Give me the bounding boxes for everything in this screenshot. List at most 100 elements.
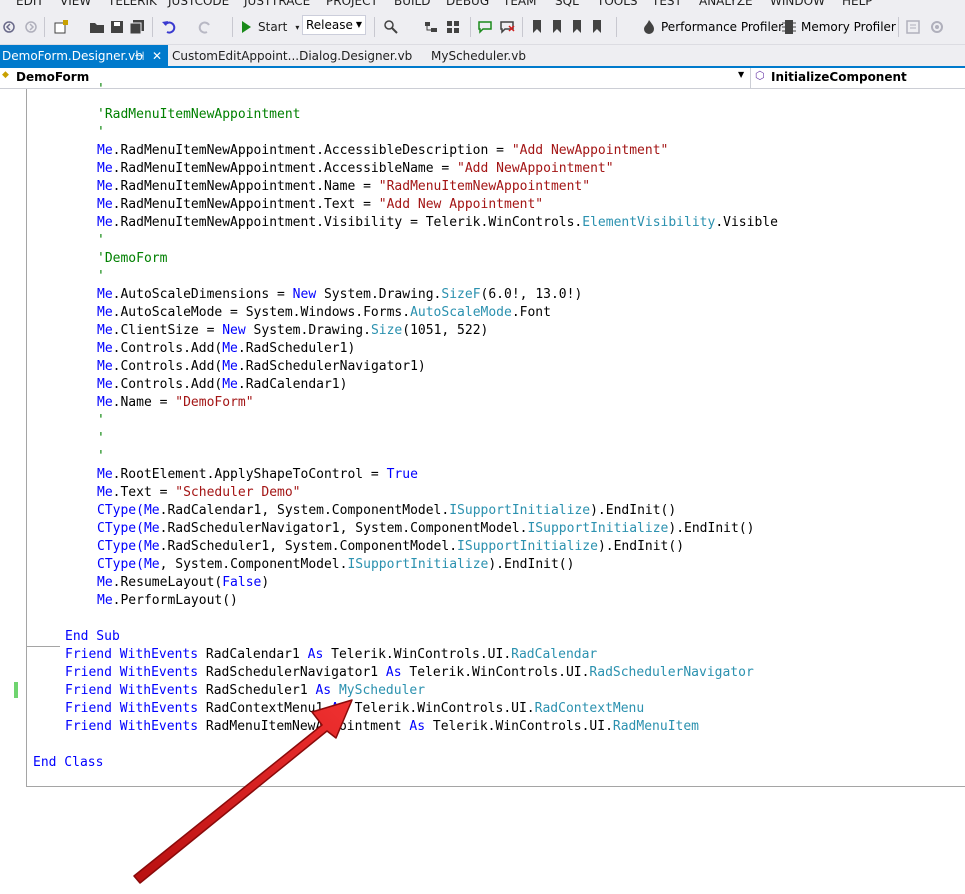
member-dropdown[interactable]: ⬡ InitializeComponent (752, 68, 965, 88)
profiler-options-icon[interactable] (928, 18, 946, 36)
code-line: ' (97, 125, 105, 140)
menu-telerik[interactable]: TELERIK (108, 0, 157, 8)
code-line: 'RadMenuItemNewAppointment (97, 107, 301, 122)
memory-profiler-button[interactable]: Memory Profiler (782, 18, 896, 36)
class-view-icon[interactable] (422, 18, 440, 36)
code-line: Me.ClientSize = New System.Drawing.Size(… (97, 323, 489, 338)
code-line: Me.RadMenuItemNewAppointment.Visibility … (97, 215, 778, 230)
undo-icon[interactable] (160, 18, 178, 36)
menu-analyze[interactable]: ANALYZE (699, 0, 753, 8)
menu-tools[interactable]: TOOLS (597, 0, 638, 8)
code-line: Me.RootElement.ApplyShapeToControl = Tru… (97, 467, 418, 482)
code-line: CType(Me.RadCalendar1, System.ComponentM… (97, 503, 677, 518)
code-line: Me.Controls.Add(Me.RadSchedulerNavigator… (97, 359, 426, 374)
class-dropdown[interactable]: ◆ DemoForm ▼ (0, 68, 751, 88)
prev-bookmark-icon[interactable] (548, 18, 566, 36)
start-button[interactable]: Start ▾ (240, 18, 299, 36)
method-icon: ⬡ (755, 69, 765, 82)
code-line: Friend WithEvents RadContextMenu1 As Tel… (65, 701, 645, 716)
menu-view[interactable]: VIEW (60, 0, 91, 8)
memory-chip-icon (782, 20, 796, 34)
code-line: Me.ResumeLayout(False) (97, 575, 270, 590)
myscheduler-type-reference: MyScheduler (338, 683, 426, 698)
clear-bookmarks-icon[interactable] (590, 18, 608, 36)
open-file-icon[interactable] (88, 18, 106, 36)
code-line: End Sub (65, 629, 120, 644)
outline-line (26, 646, 27, 786)
document-tab-bar: DemoForm.Designer.vb ⊣ ✕ CustomEditAppoi… (0, 45, 965, 67)
chevron-down-icon: ▾ (295, 22, 300, 32)
tab-label: CustomEditAppoint...Dialog.Designer.vb (172, 49, 413, 63)
code-line: CType(Me, System.ComponentModel.ISupport… (97, 557, 575, 572)
code-editor[interactable]: ' 'RadMenuItemNewAppointment ' Me.RadMen… (0, 82, 965, 894)
outline-end-mark (26, 646, 60, 647)
code-line: ' (97, 269, 105, 284)
class-icon: ◆ (2, 70, 9, 80)
tab-customeditappointmentdialog-designer[interactable]: CustomEditAppoint...Dialog.Designer.vb (170, 45, 420, 67)
solution-configuration-dropdown[interactable]: Release ▼ (302, 15, 366, 35)
code-line: Me.AutoScaleDimensions = New System.Draw… (97, 287, 583, 302)
menu-bar: EDIT VIEW TELERIK JUSTCODE JUSTTRACE PRO… (0, 0, 965, 10)
uncomment-icon[interactable] (498, 18, 516, 36)
pin-icon[interactable]: ⊣ (134, 45, 144, 67)
menu-sql[interactable]: SQL (555, 0, 579, 8)
navigation-bar: ◆ DemoForm ▼ ⬡ InitializeComponent (0, 68, 965, 89)
tab-label: DemoForm.Designer.vb (2, 49, 143, 63)
memory-profiler-label: Memory Profiler (801, 20, 896, 34)
navigate-forward-icon[interactable] (22, 18, 40, 36)
menu-justtrace[interactable]: JUSTTRACE (244, 0, 310, 8)
code-line: Me.RadMenuItemNewAppointment.AccessibleD… (97, 143, 669, 158)
tab-myscheduler[interactable]: MyScheduler.vb (429, 45, 549, 67)
change-tracking-marker (14, 682, 18, 698)
code-line: End Class (33, 755, 104, 770)
code-line: Me.RadMenuItemNewAppointment.Text = "Add… (97, 197, 544, 212)
close-icon[interactable]: ✕ (152, 45, 162, 67)
menu-team[interactable]: TEAM (503, 0, 536, 8)
save-all-icon[interactable] (128, 18, 146, 36)
tab-demoform-designer[interactable]: DemoForm.Designer.vb ⊣ ✕ (0, 45, 168, 67)
start-label: Start (258, 20, 288, 34)
report-icon[interactable] (904, 18, 922, 36)
menu-test[interactable]: TEST (652, 0, 682, 8)
comment-icon[interactable] (476, 18, 494, 36)
code-line: Friend WithEvents RadCalendar1 As Teleri… (65, 647, 598, 662)
toolbox-icon[interactable] (444, 18, 462, 36)
outline-end-mark (26, 786, 965, 787)
menu-build[interactable]: BUILD (394, 0, 430, 8)
menu-edit[interactable]: EDIT (16, 0, 44, 8)
code-line: Me.Text = "Scheduler Demo" (97, 485, 301, 500)
save-icon[interactable] (108, 18, 126, 36)
code-line: 'DemoForm (97, 251, 168, 266)
menu-justcode[interactable]: JUSTCODE (168, 0, 229, 8)
menu-help[interactable]: HELP (842, 0, 873, 8)
configuration-value: Release (306, 18, 353, 32)
outline-line (26, 89, 27, 646)
class-name: DemoForm (16, 70, 90, 84)
menu-project[interactable]: PROJECT (326, 0, 378, 8)
code-line: CType(Me.RadScheduler1, System.Component… (97, 539, 685, 554)
code-line: Me.AutoScaleMode = System.Windows.Forms.… (97, 305, 551, 320)
menu-debug[interactable]: DEBUG (446, 0, 489, 8)
chevron-down-icon: ▼ (355, 20, 362, 29)
performance-profiler-button[interactable]: Performance Profiler (642, 18, 783, 36)
code-line-myscheduler-declaration: Friend WithEvents RadScheduler1 As MySch… (65, 683, 426, 698)
code-line: Me.RadMenuItemNewAppointment.AccessibleN… (97, 161, 614, 176)
chevron-down-icon: ▼ (738, 70, 745, 79)
next-bookmark-icon[interactable] (568, 18, 586, 36)
menu-window[interactable]: WINDOW (770, 0, 825, 8)
code-line: CType(Me.RadSchedulerNavigator1, System.… (97, 521, 755, 536)
code-line: ' (97, 431, 105, 446)
code-line: Me.PerformLayout() (97, 593, 238, 608)
code-line: ' (97, 233, 105, 248)
new-project-icon[interactable] (52, 18, 70, 36)
redo-icon[interactable] (196, 18, 214, 36)
navigate-back-icon[interactable] (0, 18, 18, 36)
find-in-files-icon[interactable] (382, 18, 400, 36)
member-name: InitializeComponent (771, 70, 907, 84)
code-line: Me.Name = "DemoForm" (97, 395, 254, 410)
code-line: Me.Controls.Add(Me.RadScheduler1) (97, 341, 356, 356)
bookmark-icon[interactable] (528, 18, 546, 36)
code-line: Friend WithEvents RadMenuItemNewAppointm… (65, 719, 699, 734)
indicator-margin (0, 89, 12, 894)
performance-profiler-label: Performance Profiler (661, 20, 784, 34)
